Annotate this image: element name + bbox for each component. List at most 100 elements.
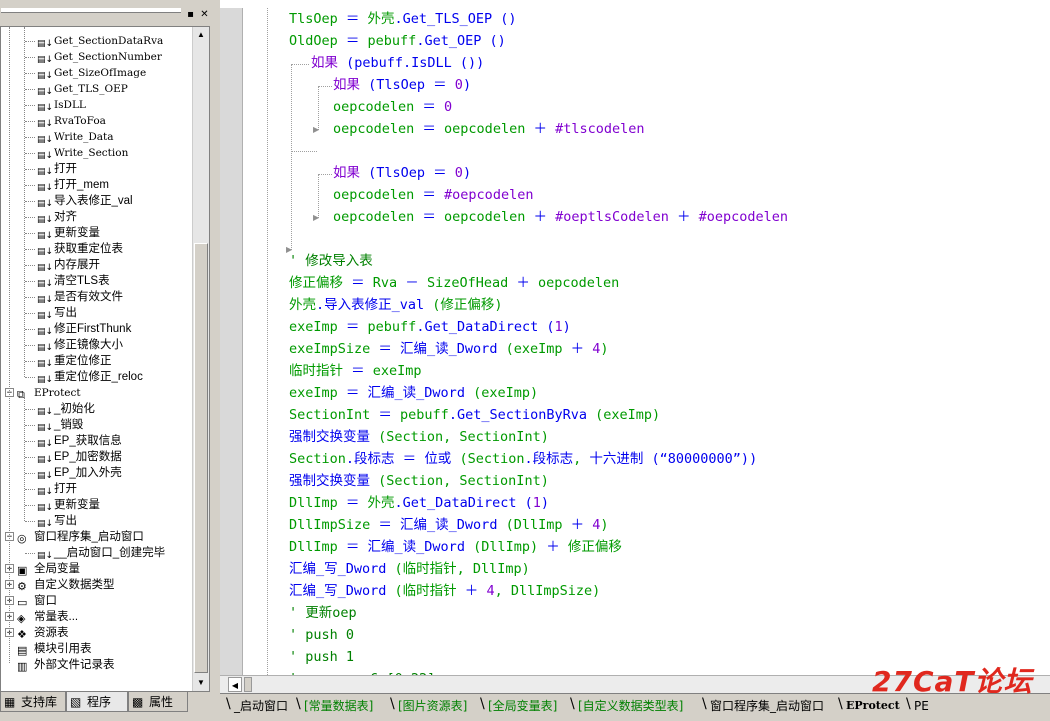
scroll-left-icon[interactable]: ◀ [228, 677, 242, 692]
code-line[interactable]: 汇编_写_Dword (临时指针 ＋ 4, DllImpSize) [289, 580, 600, 602]
tree-item[interactable]: ▤↓打开 [37, 481, 77, 497]
code-line[interactable]: 强制交换变量 (Section, SectionInt) [289, 470, 549, 492]
code-line[interactable]: ' push 1 [289, 646, 354, 668]
tree-item[interactable]: ▤↓获取重定位表 [37, 241, 123, 257]
tree-item[interactable]: ▤↓Get_SizeOfImage [37, 65, 146, 81]
code-token: 位或 [424, 451, 460, 467]
tree-item[interactable]: ▤↓EP_获取信息 [37, 433, 122, 449]
code-line[interactable]: exeImpSize ＝ 汇编_读_Dword (exeImp ＋ 4) [289, 338, 609, 360]
code-line[interactable]: 临时指针 ＝ exeImp [289, 360, 422, 382]
tree-item[interactable]: ▤↓IsDLL [37, 97, 86, 113]
code-line[interactable]: 修正偏移 ＝ Rva － SizeOfHead ＋ oepcodelen [289, 272, 619, 294]
code-line[interactable]: DllImpSize ＝ 汇编_读_Dword (DllImp ＋ 4) [289, 514, 609, 536]
code-line[interactable]: DllImp ＝ 外壳.Get_DataDirect (1) [289, 492, 549, 514]
code-line[interactable]: oepcodelen ＝ oepcodelen ＋ #oeptlsCodelen… [333, 206, 788, 228]
tree-connector [25, 457, 35, 458]
editor-tab[interactable]: _启动窗口 [234, 695, 288, 717]
tab-properties[interactable]: ▩ 属性 [128, 692, 188, 712]
editor-tab[interactable]: [常量数据表] [304, 695, 373, 717]
tree-item[interactable]: ▤↓打开 [37, 161, 77, 177]
program-tree[interactable]: ▤↓Get_SectionDataRva ▤↓Get_SectionNumber ▤… [0, 26, 210, 692]
tree-item[interactable]: ▤↓Write_Section [37, 145, 128, 161]
tree-connector [25, 153, 35, 154]
tree-item[interactable]: ▤↓清空TLS表 [37, 273, 110, 289]
tree-item[interactable]: ▤↓Get_SectionNumber [37, 49, 162, 65]
code-line[interactable]: oepcodelen ＝ #oepcodelen [333, 184, 533, 206]
project-combo[interactable] [1, 8, 181, 13]
code-line[interactable]: exeImp ＝ pebuff.Get_DataDirect (1) [289, 316, 571, 338]
editor-tab[interactable]: [图片资源表] [398, 695, 467, 717]
editor-tab[interactable]: [全局变量表] [488, 695, 557, 717]
tree-item-root[interactable]: ▤ 模块引用表 [17, 641, 92, 657]
code-line[interactable]: DllImp ＝ 汇编_读_Dword (DllImp) ＋ 修正偏移 [289, 536, 622, 558]
tree-item[interactable]: ▤↓导入表修正_val [37, 193, 133, 209]
tree-item[interactable]: ▤↓重定位修正_reloc [37, 369, 143, 385]
panel-splitter[interactable] [212, 0, 220, 720]
tree-scrollbar[interactable]: ▲ ▼ [192, 27, 209, 691]
code-editor[interactable]: TlsOep ＝ 外壳.Get_TLS_OEP () OldOep ＝ pebuf… [220, 8, 1050, 675]
code-line[interactable]: ' ....... 6 [0 22] [289, 668, 435, 675]
tree-item-root[interactable]: ❖ 资源表 [17, 625, 69, 641]
code-line[interactable]: OldOep ＝ pebuff.Get_OEP () [289, 30, 506, 52]
code-token: , DllImpSize) [494, 583, 601, 599]
tree-item[interactable]: ▤↓打开_mem [37, 177, 109, 193]
tab-separator: \ [570, 696, 575, 712]
scroll-down-icon[interactable]: ▼ [193, 675, 209, 691]
code-line[interactable]: ' 修改导入表 [289, 250, 373, 272]
tree-item[interactable]: ▤↓Get_TLS_OEP [37, 81, 128, 97]
tab-label: 程序 [87, 695, 112, 709]
code-line[interactable]: 强制交换变量 (Section, SectionInt) [289, 426, 549, 448]
tree-item[interactable]: ▤↓RvaToFoa [37, 113, 106, 129]
editor-tab[interactable]: [自定义数据类型表] [578, 695, 683, 717]
tree-item[interactable]: ▤↓__启动窗口_创建完毕 [37, 545, 165, 561]
tree-item[interactable]: ▤↓Write_Data [37, 129, 114, 145]
tree-item[interactable]: ▤↓写出 [37, 305, 77, 321]
tree-item[interactable]: ▤↓更新变量 [37, 497, 100, 513]
tree-item[interactable]: ▤↓内存展开 [37, 257, 100, 273]
code-line[interactable]: 外壳.导入表修正_val (修正偏移) [289, 294, 503, 316]
code-line[interactable]: exeImp ＝ 汇编_读_Dword (exeImp) [289, 382, 538, 404]
tree-item-root[interactable]: ▭ 窗口 [17, 593, 57, 609]
code-token: ＋ [533, 209, 556, 225]
tree-item[interactable]: ▤↓EP_加入外壳 [37, 465, 122, 481]
editor-tab[interactable]: 窗口程序集_启动窗口 [710, 695, 824, 717]
code-line[interactable]: ' push 0 [289, 624, 354, 646]
tree-item[interactable]: ▤↓修正FirstThunk [37, 321, 131, 337]
tree-item-root[interactable]: ◈ 常量表... [17, 609, 78, 625]
code-line[interactable]: oepcodelen ＝ 0 [333, 96, 452, 118]
code-token: (exeImp) [473, 385, 539, 401]
tree-item[interactable]: ▤↓更新变量 [37, 225, 100, 241]
hscroll-thumb[interactable] [244, 677, 252, 692]
tree-item[interactable]: ▤↓_销毁 [37, 417, 83, 433]
close-icon[interactable]: ✕ [199, 10, 210, 21]
tree-item[interactable]: ▤↓是否有效文件 [37, 289, 123, 305]
pin-icon[interactable]: ▪ [185, 10, 196, 21]
tree-item[interactable]: ▤↓对齐 [37, 209, 77, 225]
code-line[interactable]: SectionInt ＝ pebuff.Get_SectionByRva (ex… [289, 404, 660, 426]
tree-item[interactable]: ▤↓EP_加密数据 [37, 449, 122, 465]
code-line[interactable]: 如果 (TlsOep ＝ 0) [333, 74, 471, 96]
code-line[interactable]: 如果 (TlsOep ＝ 0) [333, 162, 471, 184]
code-token: (exeImp [505, 341, 571, 357]
code-line[interactable]: 汇编_写_Dword (临时指针, DllImp) [289, 558, 530, 580]
code-line[interactable]: ' 更新oep [289, 602, 357, 624]
code-line[interactable]: 如果 (pebuff.IsDLL ()) [311, 52, 484, 74]
tree-item-window-group[interactable]: ◎ 窗口程序集_启动窗口 [17, 529, 144, 545]
tab-program[interactable]: ▧ 程序 [66, 692, 128, 712]
tree-item[interactable]: ▤↓_初始化 [37, 401, 95, 417]
tree-item[interactable]: ▤↓Get_SectionDataRva [37, 33, 163, 49]
tree-item-eprotect[interactable]: ⧉ EProtect [17, 385, 81, 401]
tree-item[interactable]: ▤↓重定位修正 [37, 353, 112, 369]
tree-item-label: EP_加密数据 [54, 451, 122, 463]
code-line[interactable]: oepcodelen ＝ oepcodelen ＋ #tlscodelen [333, 118, 645, 140]
scroll-up-icon[interactable]: ▲ [193, 27, 209, 43]
tree-item[interactable]: ▤↓修正镜像大小 [37, 337, 123, 353]
scroll-thumb[interactable] [194, 243, 208, 673]
tab-library[interactable]: ▦ 支持库 [0, 692, 66, 712]
tree-item-root[interactable]: ⚙ 自定义数据类型 [17, 577, 115, 593]
tree-item-root[interactable]: ▣ 全局变量 [17, 561, 80, 577]
tree-item[interactable]: ▤↓写出 [37, 513, 77, 529]
code-line[interactable]: TlsOep ＝ 外壳.Get_TLS_OEP () [289, 8, 516, 30]
tree-item-root[interactable]: ▥ 外部文件记录表 [17, 657, 115, 673]
code-line[interactable]: Section.段标志 ＝ 位或 (Section.段标志, 十六进制 (“80… [289, 448, 757, 470]
